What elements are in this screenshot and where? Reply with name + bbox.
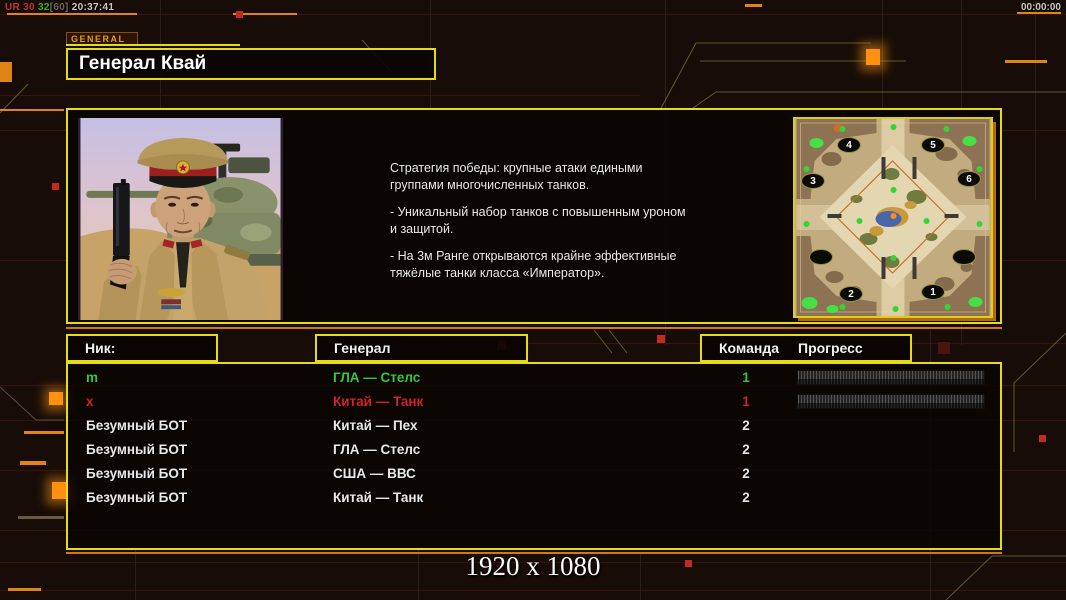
map-art [796,119,990,316]
tab-general: GENERAL [66,32,138,44]
briefing-panel: Стратегия победы: крупные атаки едиными … [66,108,1002,329]
start-position-marker: 4 [837,137,861,153]
player-row: x Китай — Танк 1 [68,390,1000,414]
start-position-marker: 3 [801,173,825,189]
player-row: Безумный БОТ Китай — Пех 2 [68,414,1000,438]
load-progress-bar [797,370,985,385]
start-position-marker: 5 [921,137,945,153]
player-team: 1 [742,394,750,409]
player-team: 2 [742,490,750,505]
start-position-number: 4 [846,139,852,151]
briefing-paragraph: Стратегия победы: крупные атаки едиными … [390,161,643,192]
load-progress-bar [797,394,985,409]
fps-label: UR [5,2,21,13]
player-row: Безумный БОТ США — ВВС 2 [68,462,1000,486]
map-preview: 4 5 3 6 2 1 [793,117,993,318]
player-team: 2 [742,418,750,433]
player-general: Китай — Танк [333,490,424,505]
clock-readout: 20:37:41 [71,2,115,13]
start-position-number: 6 [966,173,972,185]
briefing-paragraph: - На 3м Ранге открываются крайне эффекти… [390,249,677,280]
player-team: 1 [742,370,750,385]
start-position-number: 1 [930,286,936,298]
team-header-label: Команда [719,340,779,356]
tab-underline [66,44,240,46]
general-portrait-art [80,118,281,320]
briefing-paragraph: - Уникальный набор танков с повышенным у… [390,205,686,236]
players-panel: m ГЛА — Стелс 1 x Китай — Танк 1 Безумны… [66,362,1002,554]
player-team: 2 [742,442,750,457]
player-general: Китай — Танк [333,394,424,409]
column-header-nick: Ник: [66,334,218,362]
column-header-team-progress: Команда Прогресс [700,334,912,362]
start-position-number: 2 [848,288,854,300]
nick-header-label: Ник: [85,340,116,356]
player-nick: Безумный БОТ [86,418,188,433]
fps-overlay: UR 30 32[60] 20:37:41 [5,2,114,13]
player-row: m ГЛА — Стелс 1 [68,366,1000,390]
player-row: Безумный БОТ ГЛА — Стелс 2 [68,438,1000,462]
loading-screen: UR 30 32[60] 20:37:41 00:00:00 GENERAL Г… [0,0,1066,600]
player-general: Китай — Пех [333,418,418,433]
fps-current: 30 [23,2,35,13]
mission-timer: 00:00:00 [1020,2,1061,13]
start-position-marker: 1 [921,284,945,300]
general-title-box: Генерал Квай [66,48,436,80]
progress-header-label: Прогресс [798,340,863,356]
player-nick: Безумный БОТ [86,466,188,481]
start-position-number: 5 [930,139,936,151]
fps-average: 32 [37,2,50,13]
empty-position-marker [809,249,833,265]
start-position-marker: 6 [957,171,981,187]
start-position-marker: 2 [839,286,863,302]
player-nick: x [86,394,94,409]
player-general: ГЛА — Стелс [333,370,421,385]
player-nick: Безумный БОТ [86,490,188,505]
fps-cap: [60] [49,2,69,13]
start-position-number: 3 [810,175,816,187]
player-nick: Безумный БОТ [86,442,188,457]
player-nick: m [86,370,99,385]
general-header-label: Генерал [334,340,391,356]
empty-position-marker [952,249,976,265]
strategy-briefing: Стратегия победы: крупные атаки едиными … [390,160,730,292]
resolution-label: 1920 x 1080 [465,551,601,581]
player-row: Безумный БОТ Китай — Танк 2 [68,486,1000,510]
player-general: США — ВВС [333,466,416,481]
general-portrait [78,118,283,320]
player-general: ГЛА — Стелс [333,442,421,457]
general-title: Генерал Квай [79,53,207,74]
player-team: 2 [742,466,750,481]
column-header-general: Генерал [315,334,528,362]
